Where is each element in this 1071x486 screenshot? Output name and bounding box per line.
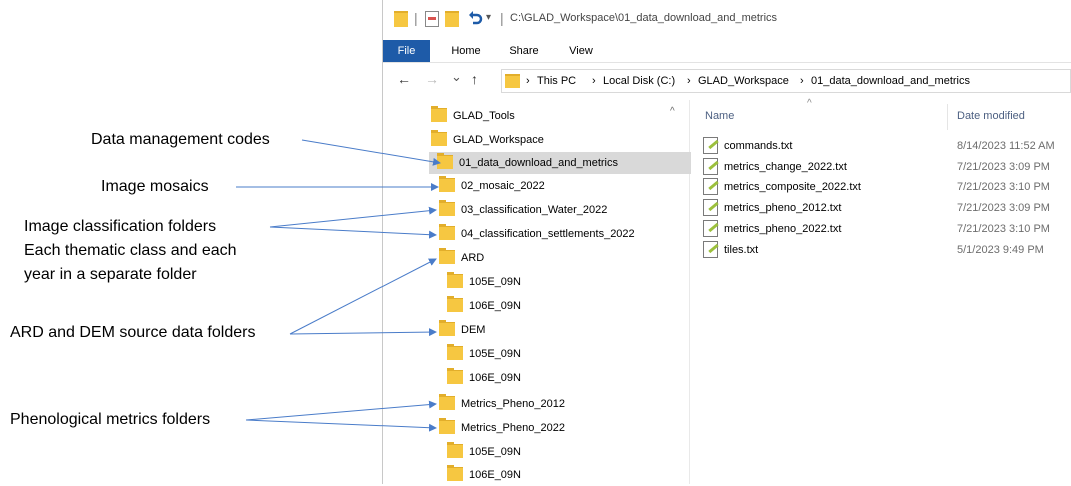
annotation-classification-line-2: Each thematic class and each	[24, 242, 237, 259]
tree-item-01-data-download[interactable]: 01_data_download_and_metrics	[429, 152, 691, 174]
folder-icon	[505, 74, 520, 88]
tree-item-pheno-105e[interactable]: 105E_09N	[447, 441, 521, 463]
window-title: C:\GLAD_Workspace\01_data_download_and_m…	[510, 12, 778, 24]
tree-item-dem-105e[interactable]: 105E_09N	[447, 343, 521, 365]
text-file-icon	[703, 157, 718, 175]
tree-item-ard[interactable]: ARD	[439, 247, 484, 269]
folder-icon	[447, 442, 463, 459]
tree-item-metrics-pheno-2022[interactable]: Metrics_Pheno_2022	[439, 417, 565, 439]
annotation-phenological: Phenological metrics folders	[10, 411, 211, 428]
breadcrumb-local-disk[interactable]: Local Disk (C:)	[603, 70, 675, 92]
folder-icon	[437, 153, 453, 170]
folder-icon	[447, 296, 463, 313]
breadcrumb-separator: ›	[687, 75, 691, 87]
text-file-icon	[703, 136, 718, 154]
annotation-image-mosaics: Image mosaics	[101, 178, 209, 195]
tree-item-dem-106e[interactable]: 106E_09N	[447, 367, 521, 389]
text-file-icon	[703, 177, 718, 195]
text-file-icon	[703, 219, 718, 237]
column-header-name[interactable]: Name	[705, 110, 734, 122]
file-row[interactable]: metrics_pheno_2012.txt 7/21/2023 3:09 PM	[703, 198, 1071, 219]
title-separator: |	[414, 10, 418, 26]
navigation-pane: ^ GLAD_Tools GLAD_Workspace 01_data_down…	[383, 100, 691, 486]
annotation-data-management: Data management codes	[91, 131, 270, 148]
scroll-up-button[interactable]: ^	[670, 106, 675, 117]
tab-file[interactable]: File	[383, 40, 430, 62]
breadcrumb-separator: ›	[800, 75, 804, 87]
folder-icon	[431, 106, 447, 123]
file-explorer-window: | ▾ | C:\GLAD_Workspace\01_data_download…	[382, 0, 1071, 484]
folder-icon	[394, 11, 408, 27]
column-divider[interactable]	[947, 104, 948, 130]
file-row[interactable]: tiles.txt 5/1/2023 9:49 PM	[703, 240, 1071, 261]
tab-view[interactable]: View	[561, 40, 601, 62]
title-bar: | ▾ | C:\GLAD_Workspace\01_data_download…	[383, 0, 1071, 40]
folder-icon	[439, 224, 455, 241]
folder-icon	[431, 130, 447, 147]
text-file-icon	[703, 198, 718, 216]
tree-item-03-classification-water[interactable]: 03_classification_Water_2022	[439, 199, 607, 221]
forward-button[interactable]: →	[425, 71, 439, 87]
tree-item-pheno-106e[interactable]: 106E_09N	[447, 464, 521, 486]
text-file-icon	[703, 240, 718, 258]
tab-home[interactable]: Home	[443, 40, 489, 62]
sort-indicator-icon: ^	[807, 98, 812, 109]
folder-icon	[439, 248, 455, 265]
new-folder-icon[interactable]	[445, 11, 459, 27]
quick-access-dropdown[interactable]: ▾	[486, 10, 496, 28]
folder-icon	[447, 344, 463, 361]
breadcrumb-current-folder[interactable]: 01_data_download_and_metrics	[811, 70, 970, 92]
breadcrumb-this-pc[interactable]: This PC	[537, 70, 576, 92]
address-row: ← → ⌄ ↑ › This PC › Local Disk (C:) › GL…	[383, 66, 1071, 96]
tree-item-ard-106e[interactable]: 106E_09N	[447, 295, 521, 317]
folder-icon	[439, 176, 455, 193]
file-row[interactable]: metrics_composite_2022.txt 7/21/2023 3:10…	[703, 177, 1071, 198]
annotation-classification-line-1: Image classification folders	[24, 218, 217, 235]
file-row[interactable]: commands.txt 8/14/2023 11:52 AM	[703, 136, 1071, 157]
properties-icon[interactable]	[425, 11, 439, 27]
undo-icon[interactable]	[467, 9, 483, 27]
tree-item-ard-105e[interactable]: 105E_09N	[447, 271, 521, 293]
folder-icon	[447, 368, 463, 385]
file-list: Name ^ Date modified commands.txt 8/14/20…	[689, 98, 1071, 484]
breadcrumb-glad-workspace[interactable]: GLAD_Workspace	[698, 70, 789, 92]
folder-icon	[439, 200, 455, 217]
breadcrumb-separator: ›	[526, 75, 530, 87]
tree-item-02-mosaic[interactable]: 02_mosaic_2022	[439, 175, 545, 197]
folder-icon	[439, 418, 455, 435]
address-bar[interactable]: › This PC › Local Disk (C:) › GLAD_Works…	[501, 69, 1071, 93]
recent-locations-button[interactable]: ⌄	[451, 69, 462, 85]
tree-item-glad-tools[interactable]: GLAD_Tools	[431, 105, 515, 127]
up-button[interactable]: ↑	[471, 71, 478, 87]
back-button[interactable]: ←	[397, 71, 411, 87]
tree-item-glad-workspace[interactable]: GLAD_Workspace	[431, 129, 544, 151]
ribbon-tabs: File Home Share View	[383, 40, 1071, 63]
tree-item-dem[interactable]: DEM	[439, 319, 485, 341]
file-row[interactable]: metrics_change_2022.txt 7/21/2023 3:09 PM	[703, 157, 1071, 178]
tree-item-metrics-pheno-2012[interactable]: Metrics_Pheno_2012	[439, 393, 565, 415]
folder-icon	[447, 272, 463, 289]
title-separator: |	[500, 10, 504, 26]
folder-icon	[439, 320, 455, 337]
annotation-classification-line-3: year in a separate folder	[24, 266, 197, 283]
file-row[interactable]: metrics_pheno_2022.txt 7/21/2023 3:10 PM	[703, 219, 1071, 240]
breadcrumb-separator: ›	[592, 75, 596, 87]
tab-share[interactable]: Share	[501, 40, 547, 62]
folder-icon	[447, 465, 463, 482]
annotation-ard-dem: ARD and DEM source data folders	[10, 324, 256, 341]
tree-item-04-classification-settlements[interactable]: 04_classification_settlements_2022	[439, 223, 635, 245]
column-header-date-modified[interactable]: Date modified	[957, 110, 1025, 122]
folder-icon	[439, 394, 455, 411]
